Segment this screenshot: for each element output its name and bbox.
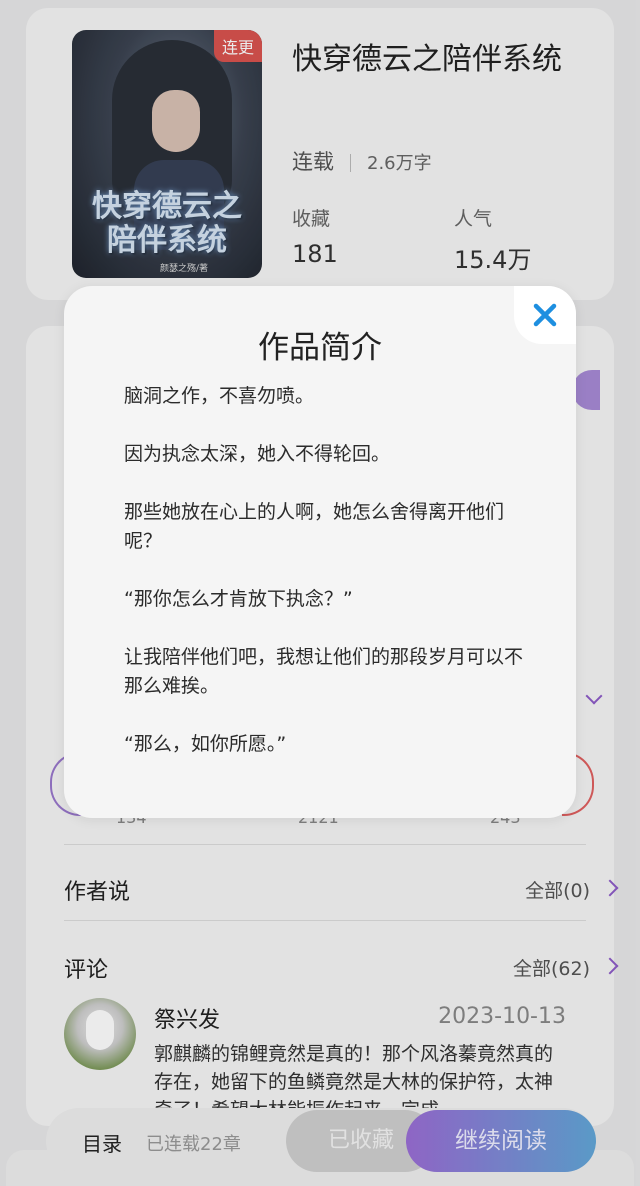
synopsis-paragraph: 脑洞之作，不喜勿喷。 bbox=[124, 385, 315, 407]
close-button[interactable] bbox=[514, 286, 576, 344]
synopsis-text: 脑洞之作，不喜勿喷。 因为执念太深，她入不得轮回。 那些她放在心上的人啊，她怎么… bbox=[124, 382, 524, 788]
synopsis-paragraph: 让我陪伴他们吧，我想让他们的那段岁月可以不那么难挨。 bbox=[124, 646, 524, 697]
dialog-title: 作品简介 bbox=[258, 330, 382, 366]
synopsis-paragraph: “那你怎么才肯放下执念？” bbox=[124, 588, 353, 610]
synopsis-dialog: 作品简介 脑洞之作，不喜勿喷。 因为执念太深，她入不得轮回。 那些她放在心上的人… bbox=[64, 286, 576, 818]
synopsis-paragraph: 那些她放在心上的人啊，她怎么舍得离开他们呢？ bbox=[124, 501, 505, 552]
close-icon[interactable] bbox=[532, 302, 558, 328]
synopsis-paragraph: “那么，如你所愿。” bbox=[124, 733, 287, 755]
synopsis-paragraph: 因为执念太深，她入不得轮回。 bbox=[124, 443, 391, 465]
